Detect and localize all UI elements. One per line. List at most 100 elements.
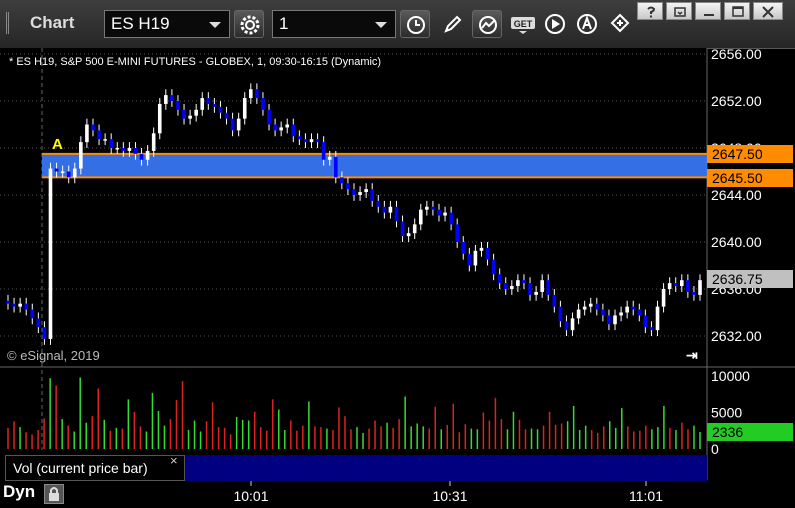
candle-body xyxy=(467,253,472,266)
candle-body xyxy=(273,124,277,131)
candle-body xyxy=(30,309,35,319)
candle-body xyxy=(188,115,192,119)
candle-body xyxy=(661,289,666,307)
candle-body xyxy=(382,206,387,213)
candle-body xyxy=(303,139,308,143)
candle-body xyxy=(679,280,684,287)
candle-body xyxy=(692,291,696,295)
play-icon xyxy=(545,14,565,34)
candle-body xyxy=(631,306,636,310)
candle-body xyxy=(619,312,623,316)
link-button[interactable] xyxy=(604,10,634,38)
candle-body xyxy=(516,280,520,287)
candle-body xyxy=(200,98,205,110)
lock-icon[interactable] xyxy=(44,484,64,504)
get-data-button[interactable]: GET xyxy=(506,10,536,38)
watermark: © eSignal, 2019 xyxy=(7,348,100,363)
candle-body xyxy=(6,300,10,304)
candle-body xyxy=(564,321,569,331)
zone-lower-label: 2645.50 xyxy=(707,169,793,187)
candle-body xyxy=(613,315,617,325)
candle-body xyxy=(224,112,229,119)
symbol-value: ES H19 xyxy=(111,14,170,33)
candle-body xyxy=(170,95,174,101)
price-pane xyxy=(0,48,707,366)
close-button[interactable] xyxy=(753,2,783,20)
time-button[interactable] xyxy=(400,10,430,38)
candle-body xyxy=(18,303,22,307)
candle-body xyxy=(370,189,375,201)
candle-body xyxy=(218,106,223,113)
minimize-button[interactable] xyxy=(695,2,721,20)
candle-body xyxy=(176,101,180,110)
candle-body xyxy=(309,139,314,143)
candle-body xyxy=(333,156,338,178)
link-icon xyxy=(610,13,630,33)
last-price-label: 2636.75 xyxy=(707,270,793,288)
play-button[interactable] xyxy=(540,10,570,38)
price-tick-label: 2652.00 xyxy=(711,93,762,109)
help-button[interactable] xyxy=(637,2,663,20)
candle-body xyxy=(418,209,423,225)
symbol-combo[interactable]: ES H19 xyxy=(104,10,230,38)
volume-tick-label: 10000 xyxy=(711,368,750,384)
volume-legend[interactable]: Vol (current price bar) xyxy=(5,455,185,481)
chevron-down-icon[interactable] xyxy=(209,22,221,28)
settings-button[interactable] xyxy=(234,10,264,38)
candle-body xyxy=(36,318,41,328)
candle-body xyxy=(649,327,654,331)
candle-body xyxy=(601,309,605,316)
clock-icon xyxy=(407,16,425,34)
gear-icon xyxy=(240,15,260,35)
candle-body xyxy=(522,280,526,284)
candle-body xyxy=(582,306,587,310)
toolbar-grip[interactable] xyxy=(6,12,21,34)
maximize-button[interactable] xyxy=(724,2,750,20)
pencil-icon xyxy=(444,15,462,33)
alert-button[interactable] xyxy=(572,10,602,38)
dynamic-mode-label[interactable]: Dyn xyxy=(3,482,35,502)
draw-button[interactable] xyxy=(438,10,468,38)
candle-body xyxy=(321,142,326,160)
candle-body xyxy=(164,95,168,104)
candle-body xyxy=(261,98,265,110)
candle-body xyxy=(72,168,77,178)
close-icon xyxy=(762,6,774,18)
candle-body xyxy=(425,206,429,210)
candle-body xyxy=(194,109,198,116)
chevron-down-icon[interactable] xyxy=(375,22,387,28)
candle-body xyxy=(673,283,678,287)
time-tick-label: 10:01 xyxy=(233,488,268,504)
candle-body xyxy=(206,98,211,104)
toolbar: Chart ES H19 1 GET xyxy=(0,0,795,49)
candle-body xyxy=(528,283,532,295)
scroll-to-end-icon[interactable]: ⇥ xyxy=(686,347,698,364)
candle-body xyxy=(291,124,296,137)
candle-body xyxy=(461,242,466,254)
restore-icon xyxy=(674,7,686,17)
candle-body xyxy=(449,212,453,225)
close-icon[interactable]: × xyxy=(170,453,178,468)
candle-body xyxy=(230,118,235,131)
candle-body xyxy=(54,168,59,172)
price-tick-label: 2640.00 xyxy=(711,234,762,250)
candle-body xyxy=(242,98,247,119)
chart-canvas[interactable]: 2656.002652.002648.002644.002640.002636.… xyxy=(0,48,795,508)
candle-body xyxy=(485,247,490,260)
candle-body xyxy=(576,309,581,319)
restore-button[interactable] xyxy=(666,2,692,20)
candle-body xyxy=(358,192,362,195)
candle-body xyxy=(60,171,65,173)
series-title: * ES H19, S&P 500 E-MINI FUTURES - GLOBE… xyxy=(9,56,382,68)
interval-combo[interactable]: 1 xyxy=(272,10,396,38)
candle-body xyxy=(510,286,514,289)
studies-button[interactable] xyxy=(472,10,502,38)
candle-body xyxy=(595,303,599,310)
candle-body xyxy=(127,148,132,151)
marker-label[interactable]: A xyxy=(52,136,63,153)
volume-legend-bar xyxy=(185,455,707,481)
time-tick-label: 10:31 xyxy=(432,488,467,504)
candle-body xyxy=(394,206,399,222)
candle-body xyxy=(139,153,144,160)
candle-body xyxy=(236,118,241,131)
